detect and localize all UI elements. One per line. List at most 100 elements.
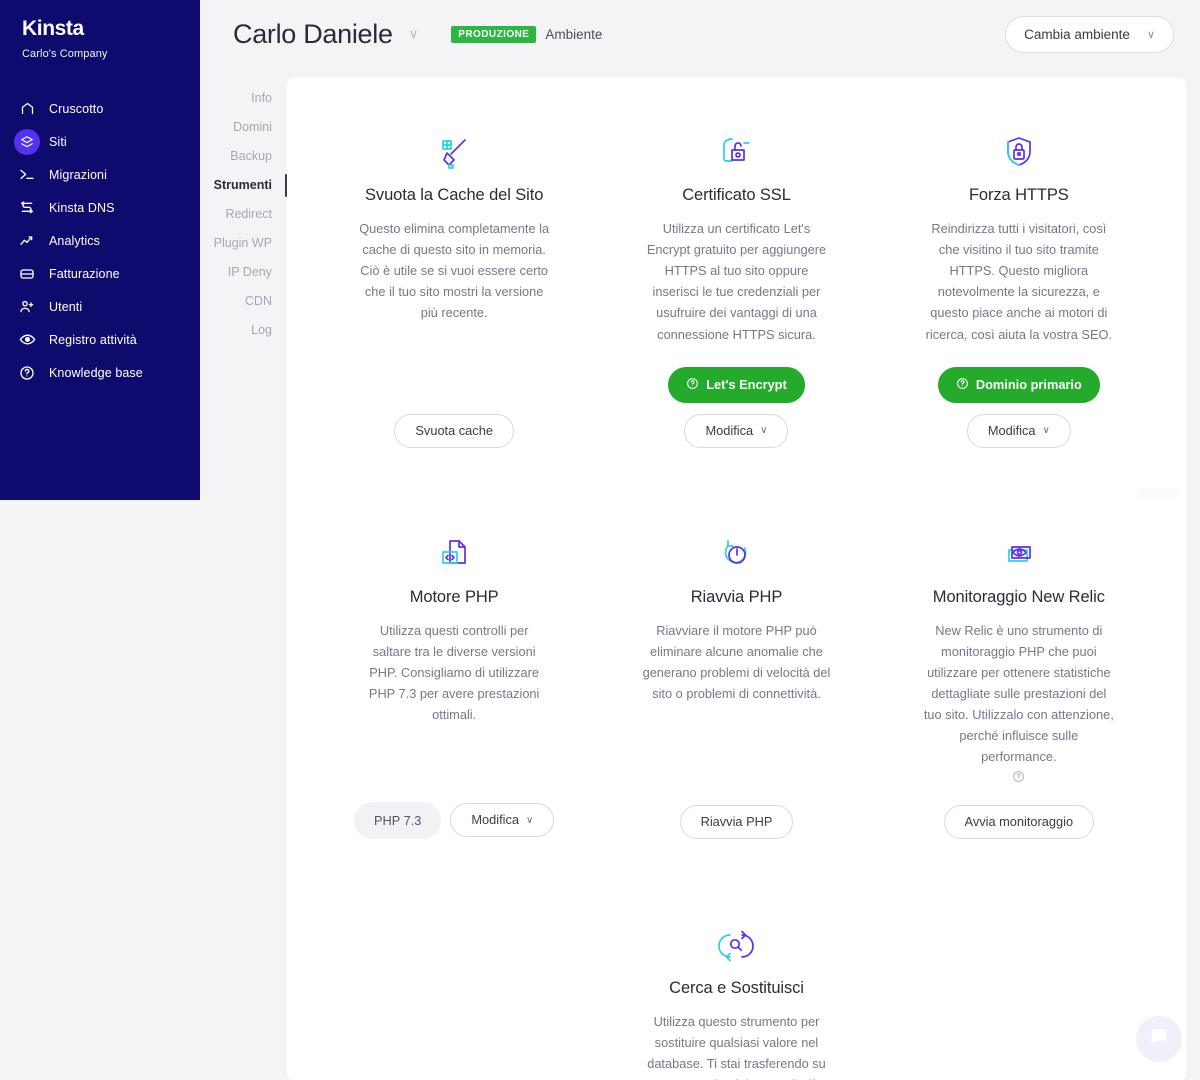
sidebar-item-fatturazione[interactable]: Fatturazione: [0, 257, 200, 290]
php-actions-row: PHP 7.3 Modifica ∨: [353, 801, 555, 839]
card-cerca-e-sostituisci: Cerca e Sostituisci Utilizza questo stru…: [595, 895, 877, 1080]
home-icon: [14, 96, 40, 122]
shield-lock-icon: [999, 132, 1039, 174]
https-modifica-button[interactable]: Modifica ∨: [966, 413, 1071, 448]
site-selector-chevron-down-icon[interactable]: ∨: [409, 26, 419, 42]
subnav-item-domini[interactable]: Domini: [200, 113, 287, 142]
ssl-modifica-label: Modifica: [705, 422, 754, 438]
subnav-item-strumenti[interactable]: Strumenti: [200, 171, 287, 200]
https-modifica-label: Modifica: [987, 422, 1036, 438]
sidebar-item-label: Fatturazione: [49, 266, 120, 281]
billing-icon: [14, 261, 40, 287]
lets-encrypt-label: Let's Encrypt: [706, 376, 787, 392]
chevron-down-icon: ∨: [1146, 28, 1155, 41]
sidebar-item-label: Cruscotto: [49, 101, 104, 116]
card-description: Riavviare il motore PHP può eliminare al…: [642, 622, 831, 702]
card-actions: Svuota cache: [394, 392, 514, 452]
svuota-cache-button[interactable]: Svuota cache: [394, 413, 514, 448]
chevron-down-icon: ∨: [526, 814, 534, 826]
subnav-item-ip-deny[interactable]: IP Deny: [200, 258, 287, 287]
environment-indicator: PRODUZIONE Ambiente: [451, 25, 602, 43]
question-circle-icon: [14, 360, 40, 386]
tools-row-3: Cerca e Sostituisci Utilizza questo stru…: [313, 895, 1160, 1080]
tools-row-2: Motore PHP Utilizza questi controlli per…: [313, 504, 1160, 843]
subnav-item-backup[interactable]: Backup: [200, 142, 287, 171]
card-title: Svuota la Cache del Sito: [365, 186, 544, 204]
sidebar-item-utenti[interactable]: Utenti: [0, 290, 200, 323]
card-description: New Relic è uno strumento di monitoraggi…: [923, 622, 1114, 765]
riavvia-php-button[interactable]: Riavvia PHP: [679, 804, 794, 839]
sidebar-item-analytics[interactable]: Analytics: [0, 224, 200, 257]
app-root: Kinsta Carlo's Company Cruscotto Siti Mi…: [0, 0, 1200, 1080]
sidebar: Kinsta Carlo's Company Cruscotto Siti Mi…: [0, 0, 200, 500]
brand: Kinsta Carlo's Company: [0, 18, 200, 60]
card-actions: Let's Encrypt Modifica ∨: [668, 345, 805, 452]
lets-encrypt-button[interactable]: Let's Encrypt: [668, 366, 805, 403]
sidebar-item-knowledge-base[interactable]: Knowledge base: [0, 356, 200, 389]
kinsta-logo: Kinsta: [22, 17, 84, 40]
content: Info Domini Backup Strumenti Redirect Pl…: [200, 68, 1200, 1080]
page-title: Carlo Daniele: [233, 18, 393, 49]
subnav-item-redirect[interactable]: Redirect: [200, 200, 287, 229]
php-version-chip: PHP 7.3: [353, 801, 442, 839]
company-name: Carlo's Company: [22, 48, 108, 60]
chat-bubble-icon: [1148, 1026, 1170, 1053]
sidebar-item-label: Siti: [49, 134, 67, 149]
sidebar-item-label: Knowledge base: [49, 365, 143, 380]
php-modifica-label: Modifica: [471, 812, 520, 828]
sidebar-item-migrazioni[interactable]: Migrazioni: [0, 158, 200, 191]
card-actions: Riavvia PHP: [679, 783, 794, 843]
card-forza-https: Forza HTTPS Reindirizza tutti i visitato…: [878, 102, 1160, 452]
search-replace-icon: [716, 925, 756, 967]
question-circle-icon: [956, 377, 969, 393]
card-title: Forza HTTPS: [968, 186, 1069, 204]
eye-monitor-icon: [999, 534, 1039, 576]
subnav-item-cdn[interactable]: CDN: [200, 287, 287, 316]
sidebar-item-label: Migrazioni: [49, 167, 107, 182]
sidebar-item-registro-attivita[interactable]: Registro attività: [0, 323, 200, 356]
grid-spacer-right: [878, 895, 1160, 1080]
card-description: Reindirizza tutti i visitatori, così che…: [925, 221, 1112, 342]
question-circle-icon: [686, 377, 699, 393]
status-badge: PRODUZIONE: [451, 25, 537, 43]
dns-icon: [14, 195, 40, 221]
avvia-monitoraggio-button[interactable]: Avvia monitoraggio: [943, 804, 1095, 839]
ssl-modifica-button[interactable]: Modifica ∨: [684, 413, 789, 448]
eye-icon: [14, 327, 40, 353]
subnav-item-log[interactable]: Log: [200, 316, 287, 345]
card-riavvia-php: Riavvia PHP Riavviare il motore PHP può …: [595, 504, 877, 843]
switch-environment-button[interactable]: Cambia ambiente ∨: [1005, 15, 1174, 53]
layers-icon: [14, 128, 40, 155]
sidebar-item-label: Registro attività: [49, 332, 137, 347]
power-restart-icon: [716, 534, 756, 576]
card-description: Utilizza un certificato Let's Encrypt gr…: [646, 221, 827, 342]
subnav-item-info[interactable]: Info: [200, 84, 287, 113]
chat-widget-button[interactable]: [1136, 1016, 1182, 1062]
card-title: Riavvia PHP: [690, 587, 783, 606]
topbar: Carlo Daniele ∨ PRODUZIONE Ambiente Camb…: [200, 0, 1200, 68]
question-circle-icon[interactable]: [1012, 770, 1025, 783]
card-description: Utilizza questo strumento per sostituire…: [647, 1013, 826, 1080]
sidebar-item-kinsta-dns[interactable]: Kinsta DNS: [0, 191, 200, 224]
dominio-primario-label: Dominio primario: [975, 376, 1082, 392]
subnav-item-plugin-wp[interactable]: Plugin WP: [200, 229, 287, 258]
card-title: Cerca e Sostituisci: [669, 978, 804, 997]
php-modifica-button[interactable]: Modifica ∨: [450, 803, 555, 838]
sidebar-item-siti[interactable]: Siti: [0, 125, 200, 158]
user-add-icon: [14, 294, 40, 320]
chevron-down-icon: ∨: [760, 425, 768, 437]
card-actions: Avvia monitoraggio: [943, 783, 1095, 843]
sidebar-item-cruscotto[interactable]: Cruscotto: [0, 92, 200, 125]
switch-environment-label: Cambia ambiente: [1024, 26, 1130, 42]
chevron-down-icon: ∨: [1042, 425, 1050, 437]
secondary-nav: Info Domini Backup Strumenti Redirect Pl…: [200, 68, 287, 1080]
tools-row-1: Svuota la Cache del Sito Questo elimina …: [313, 102, 1160, 452]
card-description: Questo elimina completamente la cache di…: [359, 221, 550, 321]
grid-spacer-left: [313, 895, 595, 1080]
dominio-primario-button[interactable]: Dominio primario: [937, 366, 1100, 403]
card-motore-php: Motore PHP Utilizza questi controlli per…: [313, 504, 595, 843]
card-svuota-cache: Svuota la Cache del Sito Questo elimina …: [313, 102, 595, 452]
migration-icon: [14, 162, 40, 188]
card-title: Motore PHP: [409, 587, 499, 606]
broom-icon: [434, 132, 474, 174]
